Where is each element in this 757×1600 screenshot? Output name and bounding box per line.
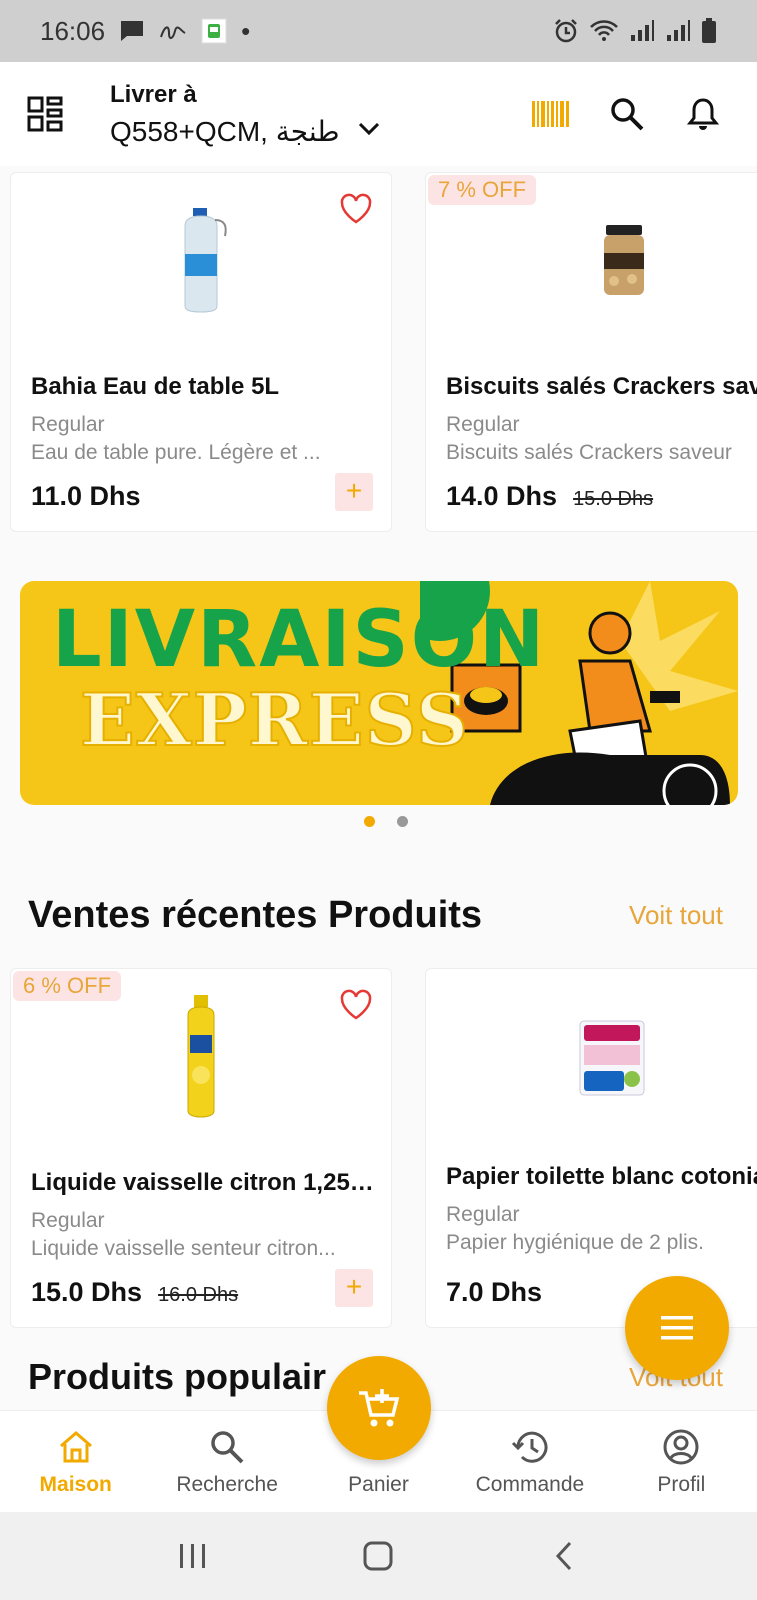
home-content[interactable]: Bahia Eau de table 5L Regular Eau de tab… <box>0 166 757 1410</box>
product-old-price: 15.0 Dhs <box>573 488 654 510</box>
product-card[interactable]: Bahia Eau de table 5L Regular Eau de tab… <box>10 172 392 532</box>
section-title: Ventes récentes Produits <box>28 894 483 936</box>
see-all-link[interactable]: Voit tout <box>629 900 723 931</box>
product-variant: Regular <box>31 413 105 436</box>
signature-icon <box>159 21 187 41</box>
address-value: Q558+QCM, طنجة <box>110 115 340 147</box>
wifi-icon <box>589 19 619 43</box>
back-icon[interactable] <box>544 1536 584 1576</box>
nav-label: Panier <box>348 1472 409 1496</box>
nav-item-orders[interactable]: Commande <box>454 1411 605 1512</box>
product-card[interactable]: Papier toilette blanc cotonia Regular Pa… <box>425 968 757 1328</box>
product-name: Papier toilette blanc cotonia <box>446 1163 757 1190</box>
cart-fab-button[interactable] <box>327 1356 431 1460</box>
app-header: Livrer à Q558+QCM, طنجة <box>0 62 757 166</box>
nav-item-search[interactable]: Recherche <box>151 1411 302 1512</box>
product-card[interactable]: 6 % OFF Liquide vaisselle citron 1,25L..… <box>10 968 392 1328</box>
signal-icon <box>629 19 655 43</box>
nav-item-profile[interactable]: Profil <box>606 1411 757 1512</box>
cart-icon <box>359 1389 400 1427</box>
status-bar: 16:06 • <box>0 0 757 62</box>
profile-icon <box>661 1427 701 1467</box>
categories-grid-icon[interactable] <box>24 93 66 135</box>
banner-title: LIVRAISON <box>52 595 547 685</box>
menu-fab-button[interactable] <box>625 1276 729 1380</box>
status-time: 16:06 <box>40 15 106 46</box>
nav-label: Maison <box>39 1472 112 1496</box>
nav-item-home[interactable]: Maison <box>0 1411 151 1512</box>
history-icon <box>510 1427 550 1467</box>
product-price: 15.0 Dhs <box>31 1277 143 1307</box>
nav-label: Commande <box>475 1472 585 1496</box>
product-image-dish-soap[interactable] <box>11 987 391 1127</box>
signal-2-icon <box>665 19 691 43</box>
add-to-cart-button[interactable]: + <box>335 1269 373 1307</box>
nav-label: Profil <box>657 1472 706 1496</box>
section-title: Produits populair <box>28 1356 327 1397</box>
add-to-cart-button[interactable]: + <box>335 473 373 511</box>
product-description: Liquide vaisselle senteur citron... <box>31 1237 336 1260</box>
product-name: Bahia Eau de table 5L <box>31 373 280 400</box>
message-icon <box>119 19 145 43</box>
notification-bell-icon[interactable] <box>683 94 723 134</box>
deliver-label: Livrer à <box>110 80 197 108</box>
status-dot: • <box>241 15 251 46</box>
product-row-recent: 6 % OFF Liquide vaisselle citron 1,25L..… <box>0 968 757 1328</box>
product-row-top: Bahia Eau de table 5L Regular Eau de tab… <box>0 172 757 532</box>
product-card[interactable]: 7 % OFF Biscuits salés Crackers saveu Re… <box>425 172 757 532</box>
product-old-price: 16.0 Dhs <box>158 1284 239 1306</box>
chevron-down-icon[interactable] <box>358 122 380 141</box>
nav-label: Recherche <box>176 1472 278 1496</box>
barcode-icon[interactable] <box>531 94 571 134</box>
carousel-dot-active[interactable] <box>363 816 375 827</box>
product-variant: Regular <box>446 1203 520 1226</box>
product-description: Eau de table pure. Légère et ... <box>31 441 321 464</box>
battery-icon <box>701 18 717 44</box>
product-variant: Regular <box>446 413 520 436</box>
recent-apps-icon[interactable] <box>173 1536 213 1576</box>
product-image-water-bottle[interactable] <box>11 191 391 331</box>
search-icon[interactable] <box>607 94 647 134</box>
product-name: Liquide vaisselle citron 1,25L... <box>31 1169 376 1196</box>
home-button-icon[interactable] <box>358 1536 398 1576</box>
carousel-indicator <box>0 816 757 827</box>
promo-banner[interactable]: LIVRAISON EXPRESS <box>20 581 738 805</box>
carousel-dot[interactable] <box>396 816 408 827</box>
search-icon <box>207 1427 247 1467</box>
product-name: Biscuits salés Crackers saveu <box>446 373 757 400</box>
product-price: 11.0 Dhs <box>31 481 141 511</box>
product-image-crackers-jar[interactable] <box>426 191 757 331</box>
product-description: Biscuits salés Crackers saveur <box>446 441 732 464</box>
product-price: 7.0 Dhs <box>446 1277 543 1307</box>
menu-icon <box>661 1316 693 1340</box>
recent-sales-header: Ventes récentes Produits Voit tout <box>28 894 723 937</box>
alarm-icon <box>553 18 579 44</box>
product-image-toilet-paper[interactable] <box>426 987 757 1127</box>
product-variant: Regular <box>31 1209 105 1232</box>
app-notification-icon <box>201 18 227 44</box>
home-icon <box>56 1427 96 1467</box>
delivery-address[interactable]: Livrer à Q558+QCM, طنجة <box>110 81 380 148</box>
banner-subtitle: EXPRESS <box>79 676 470 763</box>
product-description: Papier hygiénique de 2 plis. <box>446 1231 705 1254</box>
product-price: 14.0 Dhs <box>446 481 558 511</box>
android-navigation-bar <box>0 1512 757 1600</box>
